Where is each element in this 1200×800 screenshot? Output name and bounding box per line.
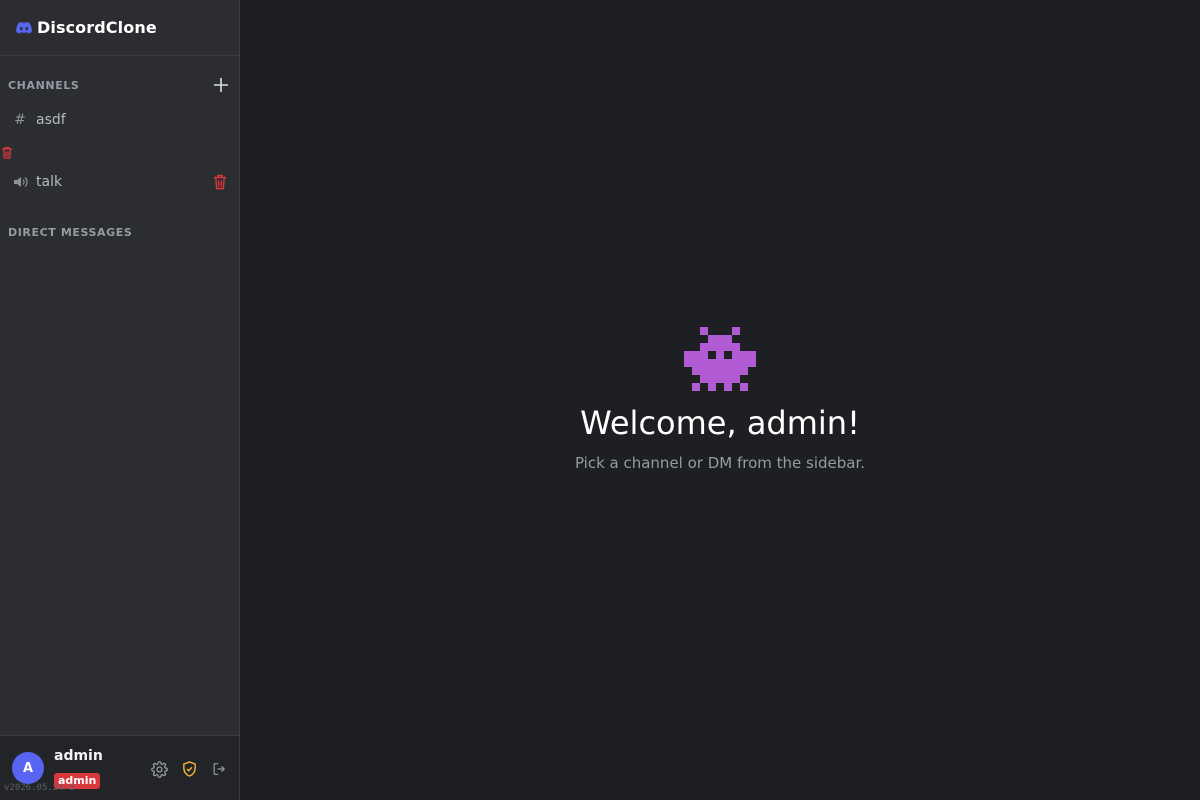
- dm-heading: DIRECT MESSAGES: [8, 226, 133, 239]
- username: admin: [54, 748, 103, 764]
- plus-icon: [214, 78, 228, 92]
- logout-button[interactable]: [210, 760, 228, 778]
- brand-header: DiscordClone: [0, 0, 239, 56]
- logout-icon: [213, 763, 225, 775]
- avatar[interactable]: A: [12, 752, 44, 784]
- admin-panel-button[interactable]: [180, 760, 198, 778]
- gear-icon: [150, 760, 168, 778]
- version-label: v2026.05.24-6: [4, 783, 75, 793]
- main-content: Welcome, admin! Pick a channel or DM fro…: [240, 0, 1200, 800]
- app-title: DiscordClone: [37, 18, 157, 37]
- delete-channel-talk-button[interactable]: [212, 174, 228, 190]
- alien-monster-icon: [684, 327, 756, 391]
- channel-item-asdf[interactable]: # asdf: [4, 106, 232, 134]
- user-panel: A admin admin v2026.05.24-6: [0, 735, 239, 800]
- speaker-icon: [12, 176, 28, 188]
- add-channel-button[interactable]: [212, 76, 230, 94]
- welcome-subtitle: Pick a channel or DM from the sidebar.: [574, 454, 866, 472]
- sidebar: DiscordClone CHANNELS # asdf talk DIRECT…: [0, 0, 240, 800]
- channel-item-talk[interactable]: talk: [4, 168, 232, 196]
- trash-icon: [214, 174, 226, 190]
- trash-icon: [2, 146, 12, 159]
- hash-icon: #: [14, 112, 26, 128]
- shield-check-icon: [182, 761, 196, 777]
- channel-label: asdf: [36, 112, 66, 128]
- channels-heading: CHANNELS: [8, 79, 80, 92]
- delete-channel-asdf-button[interactable]: [1, 146, 13, 159]
- channel-label: talk: [36, 174, 63, 190]
- settings-button[interactable]: [150, 760, 168, 778]
- discord-logo-icon: [16, 21, 32, 34]
- welcome-title: Welcome, admin!: [580, 404, 860, 442]
